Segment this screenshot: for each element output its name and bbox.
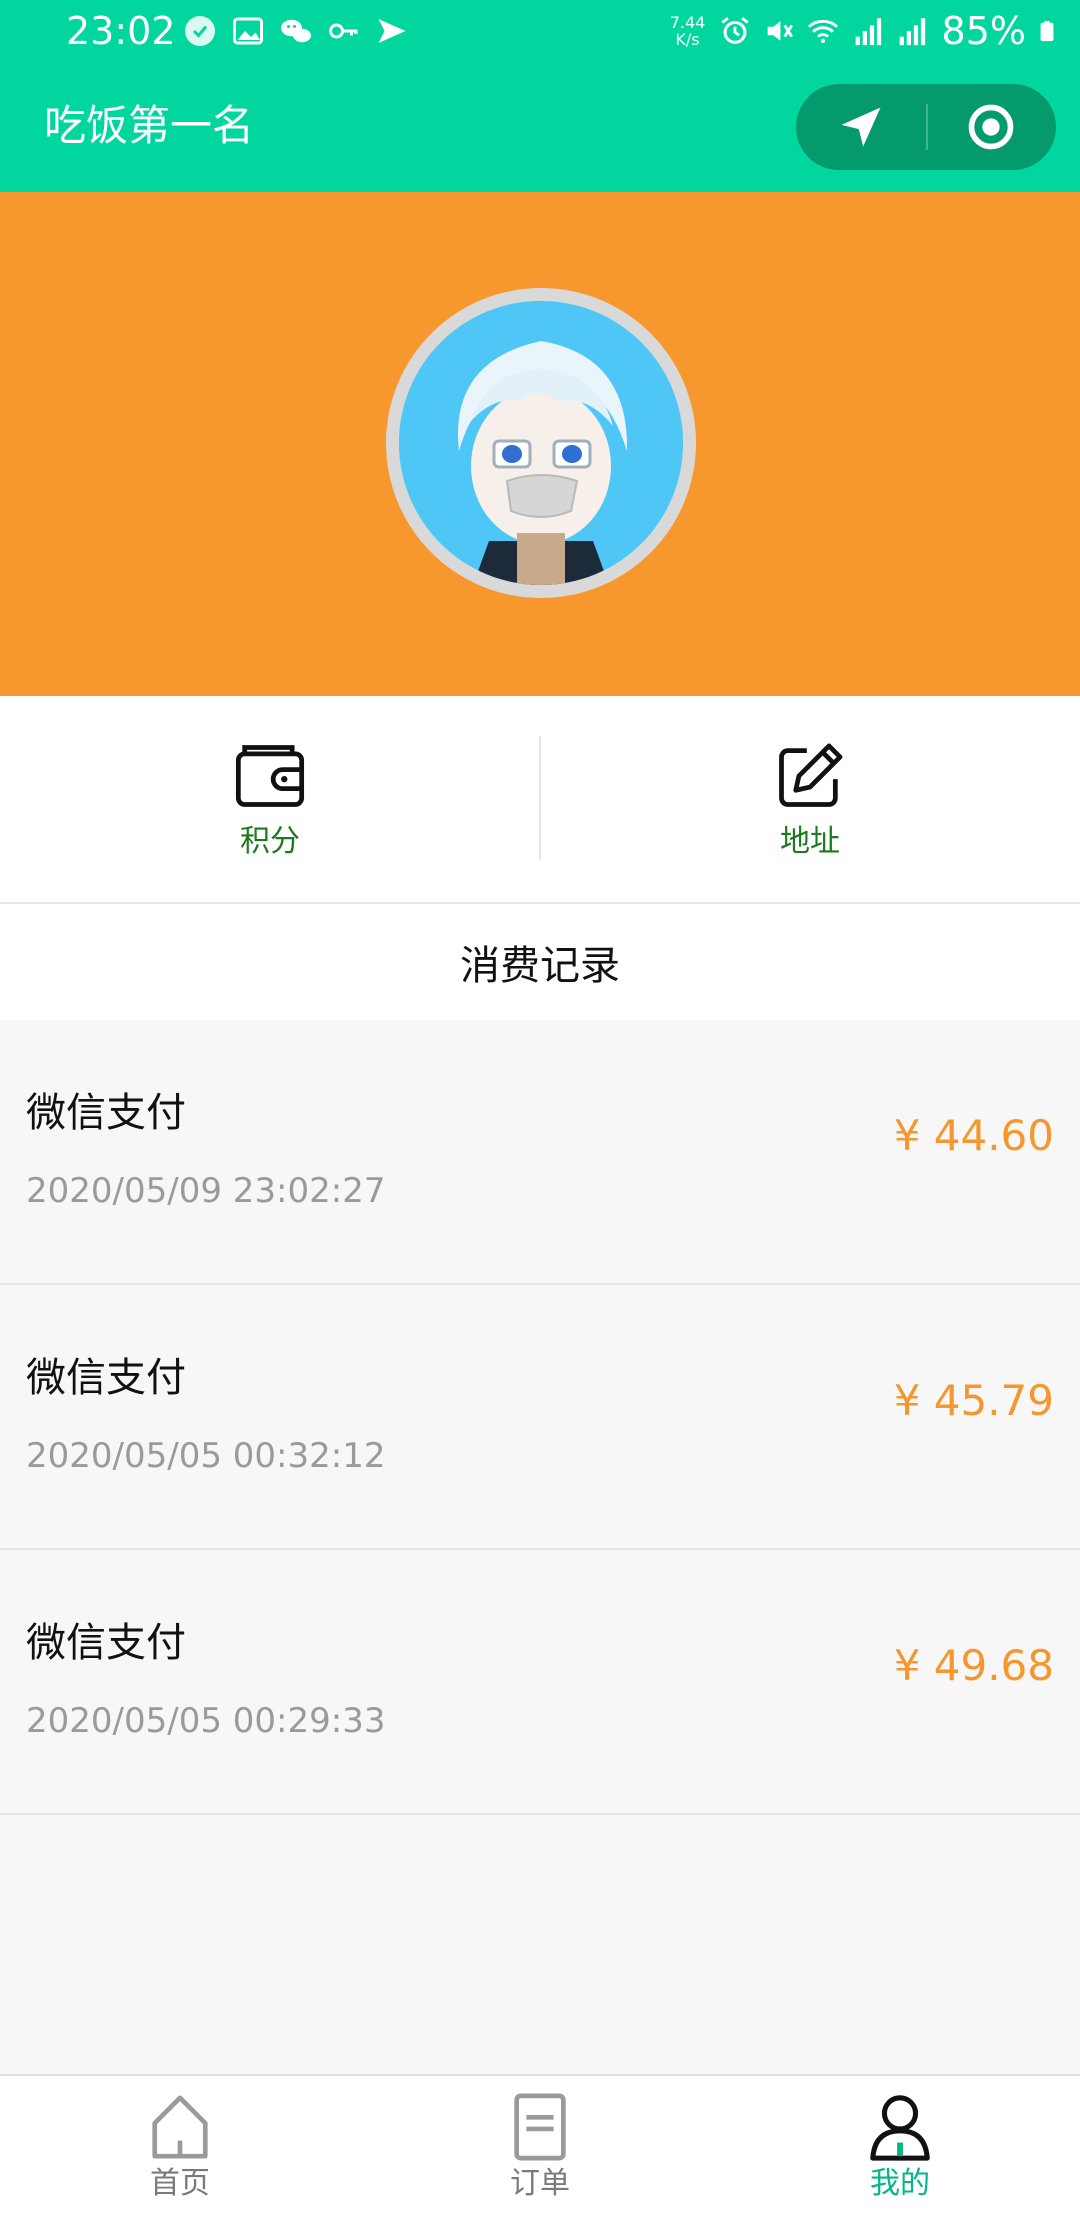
tab-home-label: 首页: [150, 2166, 210, 2201]
home-icon: [152, 2095, 208, 2159]
user-icon: [870, 2095, 930, 2161]
status-right: 7.44 K/s 85%: [668, 8, 1058, 54]
record-row[interactable]: 微信支付 2020/05/05 00:29:33 ¥ 49.68: [0, 1550, 1080, 1815]
record-time: 2020/05/05 00:32:12: [26, 1436, 386, 1476]
tab-mine-label: 我的: [870, 2166, 930, 2201]
record-row[interactable]: 微信支付 2020/05/05 00:32:12 ¥ 45.79: [0, 1285, 1080, 1550]
wallet-icon: [235, 745, 305, 807]
address-label: 地址: [780, 824, 840, 859]
action-row: 积分 地址: [0, 696, 1080, 904]
net-speed-unit: K/s: [675, 30, 700, 49]
profile-header: [0, 192, 1080, 696]
chat-bubble-icon: [185, 16, 215, 46]
miniprogram-capsule: [796, 84, 1056, 170]
record-method: 微信支付: [26, 1355, 186, 1401]
record-amount: ¥ 44.60: [893, 1111, 1054, 1160]
net-speed-value: 7.44: [669, 13, 706, 32]
status-bar: 23:02 7.44 K/s 85%: [0, 0, 1080, 62]
signal-4g-icon: [855, 18, 881, 46]
record-time: 2020/05/05 00:29:33: [26, 1701, 386, 1741]
points-label: 积分: [240, 824, 300, 859]
signal-e-icon: [899, 18, 925, 46]
alarm-icon: [720, 17, 749, 44]
title-bar: 吃饭第一名: [0, 62, 1080, 192]
record-method: 微信支付: [26, 1620, 186, 1666]
tab-bar: 首页 订单 我的: [0, 2074, 1080, 2220]
records-list: 微信支付 2020/05/09 23:02:27 ¥ 44.60 微信支付 20…: [0, 1020, 1080, 1815]
send-icon: [378, 19, 406, 43]
battery-icon: [1040, 20, 1054, 42]
avatar[interactable]: [386, 288, 696, 598]
target-icon: [968, 104, 1014, 150]
edit-icon: [779, 743, 843, 807]
points-button[interactable]: 积分: [0, 696, 540, 902]
navigation-arrow-icon: [841, 107, 881, 147]
mute-icon: [767, 21, 793, 41]
close-miniprogram-button[interactable]: [926, 84, 1056, 170]
record-amount: ¥ 45.79: [893, 1376, 1054, 1425]
status-time: 23:02: [66, 9, 176, 53]
section-title: 消费记录: [460, 943, 620, 989]
record-row[interactable]: 微信支付 2020/05/09 23:02:27 ¥ 44.60: [0, 1020, 1080, 1285]
tab-orders-label: 订单: [510, 2166, 570, 2201]
avatar-image: [399, 301, 683, 585]
wechat-icon: [281, 19, 311, 43]
section-header: 消费记录: [0, 904, 1080, 1020]
wifi-icon: [807, 19, 838, 44]
tab-orders[interactable]: 订单: [360, 2076, 720, 2220]
notification-icons: [182, 12, 410, 50]
order-icon: [514, 2093, 566, 2161]
app-root: 23:02 7.44 K/s 85% 吃饭第一名 积分 地址 消费记录 微信支付…: [0, 0, 1080, 2220]
record-method: 微信支付: [26, 1090, 186, 1136]
record-time: 2020/05/09 23:02:27: [26, 1171, 386, 1211]
tab-home[interactable]: 首页: [0, 2076, 360, 2220]
image-icon: [233, 17, 263, 45]
net-speed: 7.44 K/s: [668, 14, 708, 48]
avatar-illustration: [399, 301, 683, 585]
location-button[interactable]: [796, 84, 926, 170]
battery-level: 85%: [941, 9, 1026, 53]
address-button[interactable]: 地址: [540, 696, 1080, 902]
capsule-divider: [926, 104, 928, 150]
key-icon: [329, 23, 358, 39]
record-amount: ¥ 49.68: [893, 1641, 1054, 1690]
tab-mine[interactable]: 我的: [720, 2076, 1080, 2220]
app-title: 吃饭第一名: [44, 101, 255, 150]
